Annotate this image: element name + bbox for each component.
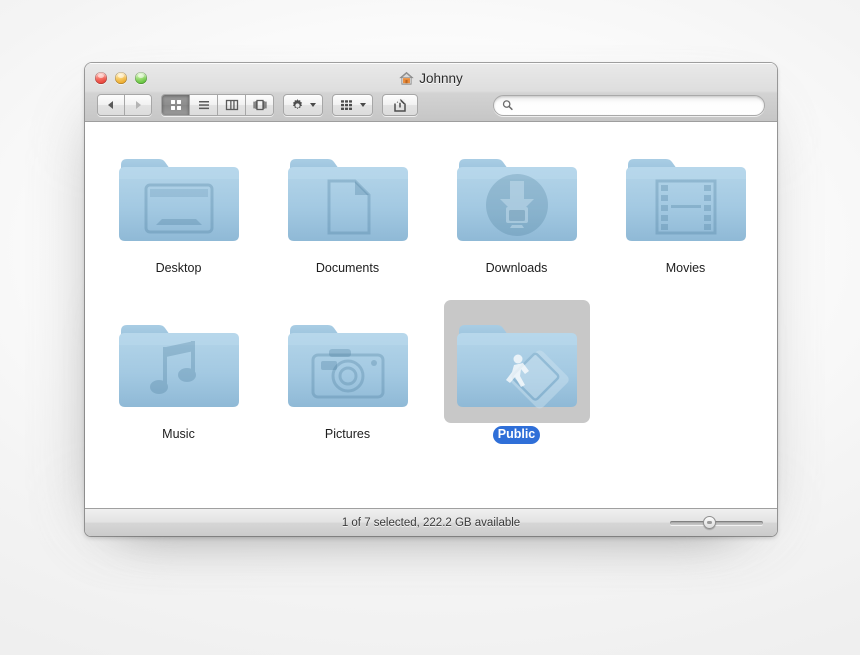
- back-arrow-icon: [108, 101, 113, 109]
- file-label: Pictures: [324, 427, 371, 441]
- file-icon-wrap: [275, 300, 421, 423]
- column-view-button[interactable]: [218, 95, 246, 115]
- column-view-icon: [225, 99, 238, 111]
- forward-arrow-icon: [136, 101, 141, 109]
- share-icon: [394, 98, 406, 112]
- finder-window: Johnny Desktop Documents Downloads Movie…: [85, 63, 777, 536]
- arrange-menu-button[interactable]: [332, 94, 373, 116]
- home-icon: [399, 71, 414, 85]
- folder-movies-icon: [625, 158, 746, 241]
- icon-size-slider[interactable]: [670, 516, 763, 530]
- file-item-public[interactable]: Public: [432, 300, 601, 466]
- coverflow-view-button[interactable]: [246, 95, 273, 115]
- window-title-area: Johnny: [85, 71, 777, 86]
- gear-icon: [292, 98, 303, 109]
- file-icon-wrap: [275, 134, 421, 257]
- search-icon: [502, 100, 513, 111]
- folder-desktop-icon: [118, 158, 239, 241]
- file-item-documents[interactable]: Documents: [263, 134, 432, 300]
- slider-track: [670, 520, 763, 525]
- file-label: Movies: [665, 261, 706, 275]
- file-label: Desktop: [155, 261, 202, 275]
- status-bar: 1 of 7 selected, 222.2 GB available: [85, 508, 777, 536]
- navigation-buttons: [97, 94, 152, 116]
- file-grid-area[interactable]: Desktop Documents Downloads Movies Music…: [85, 122, 777, 508]
- file-grid: Desktop Documents Downloads Movies Music…: [85, 122, 777, 466]
- minimize-button[interactable]: [115, 72, 127, 84]
- icon-view-button[interactable]: [162, 95, 190, 115]
- file-item-movies[interactable]: Movies: [601, 134, 770, 300]
- action-menu-button[interactable]: [283, 94, 323, 116]
- folder-pictures-icon: [287, 324, 408, 407]
- folder-documents-icon: [287, 158, 408, 241]
- folder-music-icon: [118, 324, 239, 407]
- icon-view-icon: [170, 100, 181, 110]
- titlebar[interactable]: Johnny: [85, 63, 777, 122]
- share-button[interactable]: [382, 94, 418, 116]
- list-view-icon: [198, 101, 209, 110]
- coverflow-view-icon: [253, 99, 266, 111]
- arrange-icon: [341, 100, 352, 110]
- search-field[interactable]: [493, 94, 765, 116]
- status-text: 1 of 7 selected, 222.2 GB available: [341, 516, 521, 529]
- window-title: Johnny: [419, 71, 463, 86]
- toolbar: [85, 89, 777, 121]
- file-label: Downloads: [485, 261, 548, 275]
- traffic-lights: [95, 72, 147, 84]
- file-icon-wrap: [613, 134, 759, 257]
- slider-knob[interactable]: [703, 516, 717, 529]
- file-item-pictures[interactable]: Pictures: [263, 300, 432, 466]
- forward-button[interactable]: [125, 95, 151, 115]
- file-icon-wrap: [106, 134, 252, 257]
- view-mode-buttons: [161, 94, 274, 116]
- file-item-desktop[interactable]: Desktop: [94, 134, 263, 300]
- folder-public-icon: [456, 324, 577, 409]
- search-input[interactable]: [518, 99, 756, 111]
- back-button[interactable]: [98, 95, 125, 115]
- file-label: Documents: [315, 261, 380, 275]
- file-icon-wrap: [444, 134, 590, 257]
- chevron-down-icon: [310, 103, 316, 107]
- list-view-button[interactable]: [190, 95, 218, 115]
- chevron-down-icon: [360, 103, 366, 107]
- file-label: Music: [162, 427, 195, 441]
- file-label: Public: [492, 426, 541, 444]
- file-item-downloads[interactable]: Downloads: [432, 134, 601, 300]
- file-icon-wrap: [443, 300, 590, 423]
- file-item-music[interactable]: Music: [94, 300, 263, 466]
- zoom-button[interactable]: [135, 72, 147, 84]
- close-button[interactable]: [95, 72, 107, 84]
- folder-downloads-icon: [456, 158, 577, 241]
- file-icon-wrap: [106, 300, 252, 423]
